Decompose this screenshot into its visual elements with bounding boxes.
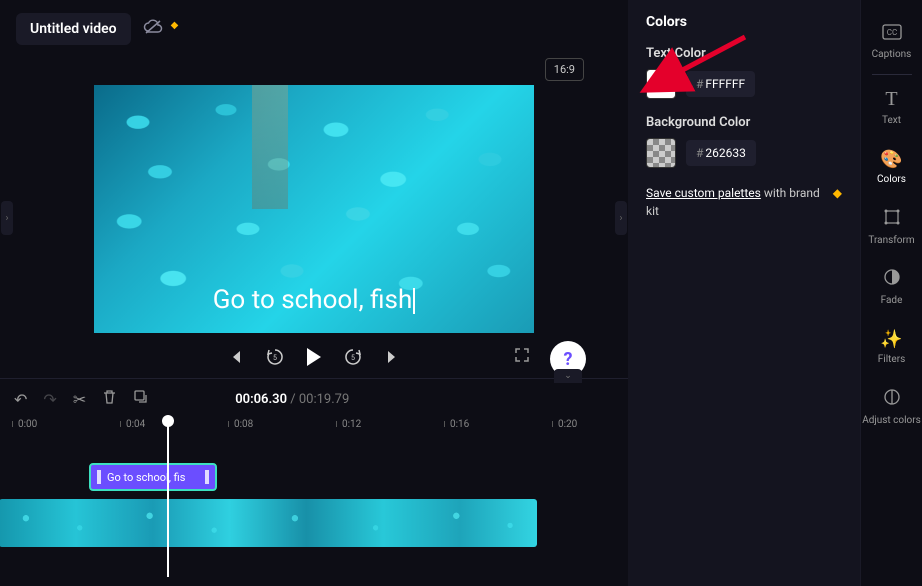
palette-icon: 🎨: [880, 149, 902, 170]
project-title[interactable]: Untitled video: [16, 13, 131, 45]
forward-5-button[interactable]: 5: [343, 347, 363, 367]
rail-text[interactable]: T Text: [861, 77, 922, 137]
rail-captions[interactable]: CC Captions: [861, 12, 922, 72]
preview-column: 16:9 Go to school, fish 5 5 ? ⌄: [14, 58, 614, 378]
video-clip[interactable]: [0, 499, 537, 547]
filters-icon: ✨: [880, 329, 902, 350]
play-button[interactable]: [307, 348, 321, 366]
cloud-sync-icon[interactable]: [143, 19, 163, 39]
text-icon: T: [885, 88, 897, 111]
rail-filters[interactable]: ✨ Filters: [861, 317, 922, 377]
rewind-5-button[interactable]: 5: [265, 347, 285, 367]
video-content-detail: [252, 85, 288, 209]
bg-color-hex-input[interactable]: #262633: [686, 140, 756, 166]
collapse-preview-toggle[interactable]: ⌄: [554, 369, 582, 383]
transform-icon: [883, 208, 901, 231]
clip-left-handle[interactable]: [97, 470, 101, 484]
captions-icon: CC: [882, 24, 902, 45]
rail-fade[interactable]: Fade: [861, 257, 922, 317]
playhead[interactable]: [167, 419, 169, 577]
text-cursor: [413, 288, 415, 314]
text-clip-label: Go to school, fis: [107, 471, 185, 484]
next-frame-button[interactable]: [385, 349, 401, 365]
fullscreen-button[interactable]: [514, 347, 530, 367]
bg-color-swatch[interactable]: [646, 138, 676, 168]
redo-button[interactable]: ↷: [43, 390, 56, 409]
gem-icon: ◆: [171, 20, 179, 31]
caption-text: Go to school, fish: [213, 285, 413, 315]
gem-icon: ◆: [833, 184, 842, 220]
save-palettes-line: Save custom palettes with brand kit ◆: [646, 184, 842, 220]
fade-icon: [883, 268, 901, 291]
ruler-tick: 0:00: [18, 419, 37, 430]
bg-color-label: Background Color: [646, 115, 842, 130]
undo-button[interactable]: ↶: [14, 390, 27, 409]
cut-button[interactable]: ✂: [73, 390, 86, 409]
ruler-tick: 0:20: [558, 419, 577, 430]
ruler-tick: 0:04: [126, 419, 145, 430]
delete-button[interactable]: [102, 389, 117, 409]
duplicate-button[interactable]: [133, 389, 149, 409]
rail-adjust-colors[interactable]: Adjust colors: [861, 377, 922, 437]
svg-text:5: 5: [273, 354, 277, 362]
caption-overlay[interactable]: Go to school, fish: [94, 285, 534, 315]
ruler-tick: 0:16: [450, 419, 469, 430]
video-preview[interactable]: Go to school, fish: [94, 85, 534, 333]
properties-panel: Colors Text Color #FFFFFF Background Col…: [628, 0, 860, 586]
panel-heading: Colors: [646, 14, 842, 30]
svg-text:CC: CC: [886, 28, 896, 37]
rail-transform[interactable]: Transform: [861, 197, 922, 257]
text-clip[interactable]: Go to school, fis: [89, 463, 217, 491]
annotation-arrow: [660, 32, 750, 86]
playback-controls: 5 5 ? ⌄: [94, 347, 534, 367]
timecode-display: 00:06.30 / 00:19.79: [235, 392, 349, 407]
ruler-tick: 0:12: [342, 419, 361, 430]
bg-color-row: #262633: [646, 138, 842, 168]
svg-text:5: 5: [351, 354, 355, 362]
aspect-ratio-selector[interactable]: 16:9: [545, 58, 584, 81]
left-panel-toggle[interactable]: ›: [0, 58, 14, 378]
adjust-icon: [883, 388, 901, 411]
right-panel-toggle[interactable]: ›: [614, 58, 628, 378]
prev-frame-button[interactable]: [227, 349, 243, 365]
rail-colors[interactable]: 🎨 Colors: [861, 137, 922, 197]
ruler-tick: 0:08: [234, 419, 253, 430]
side-tool-rail: CC Captions T Text 🎨 Colors Transform Fa…: [860, 0, 922, 586]
save-palettes-link[interactable]: Save custom palettes: [646, 186, 761, 200]
clip-right-handle[interactable]: [205, 470, 209, 484]
